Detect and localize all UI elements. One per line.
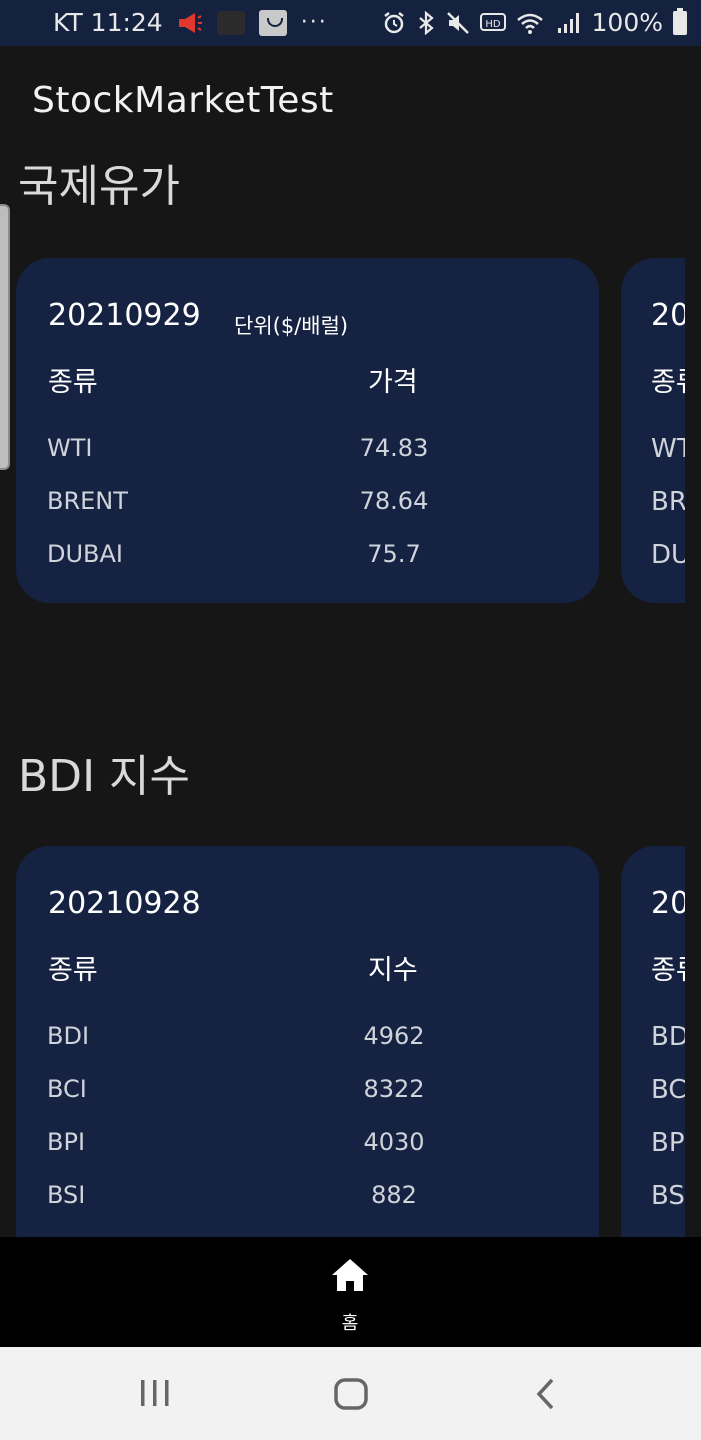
svg-text:HD: HD xyxy=(485,19,501,30)
bdi-index-card[interactable]: 20210928 종류 지수 BDI 4962 BCI 8322 BPI 403… xyxy=(16,846,599,1266)
oil-card-unit: 단위($/배럴) xyxy=(234,314,349,338)
bdi-row-value: 4962 xyxy=(363,1022,425,1050)
nav-home-tab[interactable]: 홈 xyxy=(310,1257,390,1337)
oil-row-value: 78.64 xyxy=(359,487,429,515)
battery-icon xyxy=(673,7,687,35)
bdi-section-title: BDI 지수 xyxy=(18,751,190,802)
bdi-col-type: 종류 xyxy=(48,955,98,986)
bdi-next-row: BS xyxy=(651,1181,685,1211)
oil-row-value: 75.7 xyxy=(367,540,421,568)
nav-home-label: 홈 xyxy=(341,1313,359,1334)
bdi-row-value: 4030 xyxy=(363,1128,425,1156)
bdi-col-index: 지수 xyxy=(368,955,418,986)
more-notifications-dots: ··· xyxy=(300,10,328,35)
oil-next-col-type: 종류 xyxy=(651,367,685,398)
bdi-next-row: BP xyxy=(651,1128,685,1158)
oil-row-name: DUBAI xyxy=(47,540,124,568)
bdi-card-date: 20210928 xyxy=(48,886,201,921)
oil-col-type: 종류 xyxy=(48,367,98,398)
signal-icon xyxy=(557,12,579,33)
home-circle-icon[interactable] xyxy=(333,1377,369,1411)
oil-col-price: 가격 xyxy=(368,367,418,398)
bdi-next-row: BD xyxy=(651,1022,685,1052)
bdi-next-row: BC xyxy=(651,1075,685,1105)
oil-next-date: 20 xyxy=(651,298,685,333)
megaphone-icon xyxy=(178,12,202,33)
oil-card-date: 20210929 xyxy=(48,298,201,333)
wifi-icon xyxy=(516,13,543,34)
bdi-row-value: 8322 xyxy=(363,1075,425,1103)
home-icon xyxy=(332,1259,368,1291)
recent-apps-icon[interactable] xyxy=(138,1377,172,1409)
carrier-time: KT 11:24 xyxy=(53,8,163,37)
shopping-bag-icon xyxy=(258,9,287,36)
app-title: StockMarketTest xyxy=(32,80,334,121)
back-icon[interactable] xyxy=(534,1377,558,1411)
alarm-icon xyxy=(383,11,404,33)
battery-percent: 100% xyxy=(591,8,663,37)
oil-price-card[interactable]: 20210929 단위($/배럴) 종류 가격 WTI 74.83 BRENT … xyxy=(16,258,599,603)
hd-icon: HD xyxy=(479,12,506,31)
oil-next-row: WT xyxy=(651,434,685,464)
bdi-row-name: BCI xyxy=(47,1075,87,1103)
oil-next-row: DUI xyxy=(651,540,685,570)
system-navigation-bar xyxy=(0,1347,701,1440)
bdi-next-col-type: 종류 xyxy=(651,955,685,986)
side-scroll-handle[interactable] xyxy=(0,204,10,470)
bdi-row-name: BPI xyxy=(47,1128,86,1156)
oil-row-name: BRENT xyxy=(47,487,128,515)
oil-next-card[interactable]: 20 종류 WT BR DUI xyxy=(621,258,685,603)
oil-row-name: WTI xyxy=(47,434,93,462)
notification-square-icon xyxy=(216,10,245,35)
bdi-row-name: BDI xyxy=(47,1022,90,1050)
bdi-next-date: 20 xyxy=(651,886,685,921)
bluetooth-icon xyxy=(418,10,434,35)
oil-section-title: 국제유가 xyxy=(18,161,180,212)
bdi-row-name: BSI xyxy=(47,1181,86,1209)
bdi-next-card[interactable]: 20 종류 BD BC BP BS xyxy=(621,846,685,1266)
mute-icon xyxy=(446,11,469,34)
oil-row-value: 74.83 xyxy=(359,434,429,462)
bottom-navigation: 홈 xyxy=(0,1237,701,1347)
bdi-row-value: 882 xyxy=(371,1181,417,1209)
oil-next-row: BR xyxy=(651,487,685,517)
status-bar: KT 11:24 ··· HD 100% xyxy=(0,0,701,46)
